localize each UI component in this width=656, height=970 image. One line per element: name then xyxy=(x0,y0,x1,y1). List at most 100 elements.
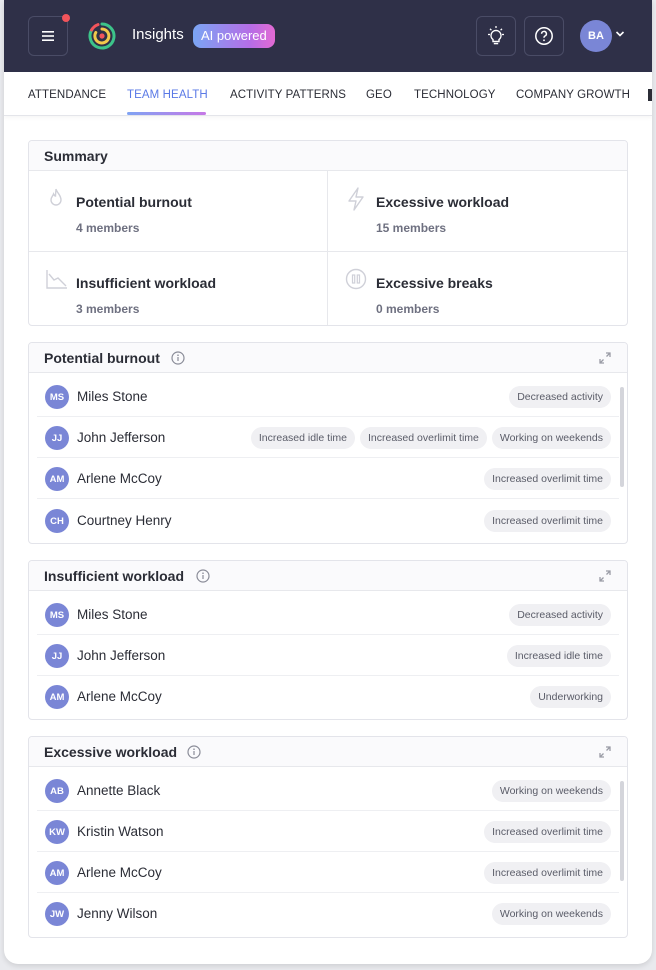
table-row[interactable]: CH Courtney Henry Increased overlimit ti… xyxy=(37,500,619,541)
potential-burnout-card: Potential burnout MS Miles Stone Decreas… xyxy=(28,342,628,544)
insufficient-workload-card: Insufficient workload MS Miles Stone Dec… xyxy=(28,560,628,720)
summary-item-count: 15 members xyxy=(376,221,447,235)
tab-overflow[interactable] xyxy=(648,89,652,101)
question-icon xyxy=(535,27,553,45)
avatar: AM xyxy=(45,861,69,885)
status-tag: Underworking xyxy=(530,686,611,708)
scrollbar[interactable] xyxy=(620,387,624,487)
member-name: Miles Stone xyxy=(77,389,148,404)
expand-icon[interactable] xyxy=(599,746,611,758)
summary-item-count: 0 members xyxy=(376,302,440,316)
avatar: JW xyxy=(45,902,69,926)
summary-item-excessive-workload[interactable]: Excessive workload 15 members xyxy=(329,171,627,245)
summary-item-excessive-breaks[interactable]: Excessive breaks 0 members xyxy=(329,252,627,325)
excessive-workload-title: Excessive workload xyxy=(44,744,178,760)
member-name: Miles Stone xyxy=(77,607,148,622)
app-frame: Insights AI powered BA ATTENDANCE TEAM H… xyxy=(4,0,652,964)
table-row[interactable]: MS Miles Stone Decreased activity xyxy=(37,594,619,635)
table-row[interactable]: MS Miles Stone Decreased activity xyxy=(37,376,619,417)
flame-icon xyxy=(50,188,62,206)
potential-burnout-title: Potential burnout xyxy=(44,350,160,366)
member-name: Arlene McCoy xyxy=(77,865,162,880)
status-tag: Working on weekends xyxy=(491,427,611,449)
avatar: CH xyxy=(45,509,69,533)
tab-company-growth[interactable]: COMPANY GROWTH xyxy=(516,89,630,101)
trend-down-icon xyxy=(46,270,67,289)
menu-button[interactable] xyxy=(28,14,70,56)
app-logo-icon xyxy=(88,22,116,50)
tab-attendance[interactable]: ATTENDANCE xyxy=(28,89,106,101)
table-row[interactable]: JW Jenny Wilson Working on weekends xyxy=(37,893,619,934)
status-tag: Decreased activity xyxy=(509,604,611,626)
info-icon[interactable] xyxy=(196,569,210,583)
member-name: Courtney Henry xyxy=(77,513,172,528)
member-name: Jenny Wilson xyxy=(77,906,158,921)
expand-icon[interactable] xyxy=(599,570,611,582)
info-icon[interactable] xyxy=(187,745,201,759)
tab-technology[interactable]: TECHNOLOGY xyxy=(414,89,496,101)
status-tag: Increased overlimit time xyxy=(484,510,611,532)
status-tag: Increased idle time xyxy=(250,427,355,449)
ai-powered-badge: AI powered xyxy=(193,24,275,48)
potential-burnout-header: Potential burnout xyxy=(29,343,627,373)
avatar: KW xyxy=(45,820,69,844)
table-row[interactable]: AM Arlene McCoy Increased overlimit time xyxy=(37,852,619,893)
ideas-button[interactable] xyxy=(476,16,516,56)
excessive-workload-header: Excessive workload xyxy=(29,737,627,767)
app-title: Insights xyxy=(132,26,184,43)
table-row[interactable]: AB Annette Black Working on weekends xyxy=(37,770,619,811)
status-tag: Decreased activity xyxy=(509,386,611,408)
member-name: Arlene McCoy xyxy=(77,471,162,486)
summary-title: Summary xyxy=(44,148,108,164)
table-row[interactable]: KW Kristin Watson Increased overlimit ti… xyxy=(37,811,619,852)
summary-item-title: Excessive workload xyxy=(376,194,510,210)
summary-item-potential-burnout[interactable]: Potential burnout 4 members xyxy=(29,171,328,245)
expand-icon[interactable] xyxy=(599,352,611,364)
insufficient-workload-header: Insufficient workload xyxy=(29,561,627,591)
tab-bar: ATTENDANCE TEAM HEALTH ACTIVITY PATTERNS… xyxy=(4,72,652,116)
notification-dot xyxy=(62,14,70,22)
summary-item-count: 4 members xyxy=(76,221,140,235)
summary-header: Summary xyxy=(29,141,627,171)
status-tag: Working on weekends xyxy=(491,780,611,802)
status-tag: Increased overlimit time xyxy=(360,427,487,449)
lightning-icon xyxy=(348,187,364,211)
top-bar: Insights AI powered BA xyxy=(4,0,652,72)
insufficient-workload-title: Insufficient workload xyxy=(44,568,185,584)
table-row[interactable]: AM Arlene McCoy Underworking xyxy=(37,676,619,717)
avatar: JJ xyxy=(45,644,69,668)
member-name: Annette Black xyxy=(77,783,161,798)
tab-team-health[interactable]: TEAM HEALTH xyxy=(127,89,208,101)
avatar: JJ xyxy=(45,426,69,450)
avatar: AM xyxy=(45,467,69,491)
avatar: MS xyxy=(45,385,69,409)
member-name: John Jefferson xyxy=(77,430,166,445)
info-icon[interactable] xyxy=(171,351,185,365)
help-button[interactable] xyxy=(524,16,564,56)
table-row[interactable]: JJ John Jefferson Increased idle time xyxy=(37,635,619,676)
tab-geo[interactable]: GEO xyxy=(366,89,392,101)
summary-item-title: Potential burnout xyxy=(76,194,192,210)
user-avatar[interactable]: BA xyxy=(580,20,612,52)
avatar: AB xyxy=(45,779,69,803)
hamburger-icon xyxy=(42,31,54,41)
status-tag: Increased overlimit time xyxy=(484,821,611,843)
member-name: John Jefferson xyxy=(77,648,166,663)
pause-icon xyxy=(345,268,367,290)
summary-item-count: 3 members xyxy=(76,302,140,316)
active-tab-indicator xyxy=(127,112,206,115)
member-name: Arlene McCoy xyxy=(77,689,162,704)
avatar: AM xyxy=(45,685,69,709)
status-tag: Increased idle time xyxy=(506,645,611,667)
chevron-down-icon[interactable] xyxy=(615,30,625,38)
table-row[interactable]: AM Arlene McCoy Increased overlimit time xyxy=(37,458,619,499)
tab-activity-patterns[interactable]: ACTIVITY PATTERNS xyxy=(230,89,346,101)
summary-item-title: Excessive breaks xyxy=(376,275,493,291)
status-tag: Working on weekends xyxy=(491,903,611,925)
excessive-workload-card: Excessive workload AB Annette Black Work… xyxy=(28,736,628,938)
member-name: Kristin Watson xyxy=(77,824,164,839)
summary-item-insufficient-workload[interactable]: Insufficient workload 3 members xyxy=(29,252,328,325)
table-row[interactable]: JJ John Jefferson Increased idle time In… xyxy=(37,417,619,458)
scrollbar[interactable] xyxy=(620,781,624,881)
avatar: MS xyxy=(45,603,69,627)
